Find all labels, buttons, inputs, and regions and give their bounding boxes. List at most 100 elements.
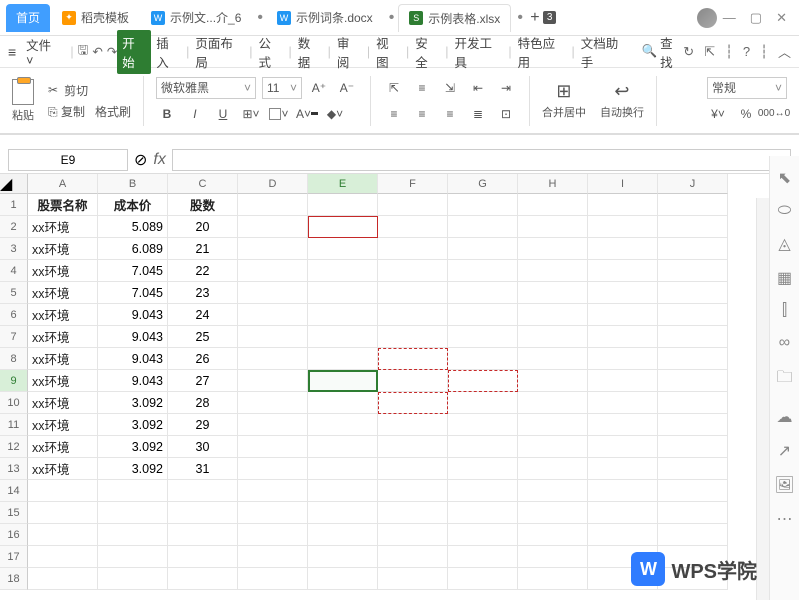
menu-dochelper[interactable]: 文档助手 (576, 30, 634, 74)
chart-icon[interactable]: ⫿ (782, 302, 787, 320)
cell[interactable]: xx环境 (28, 414, 98, 436)
undo-icon[interactable]: ↶ (92, 44, 102, 59)
cell[interactable]: 27 (168, 370, 238, 392)
cell[interactable] (588, 370, 658, 392)
underline-button[interactable]: U (212, 103, 234, 125)
cell[interactable] (308, 238, 378, 260)
cell[interactable] (658, 194, 728, 216)
col-header[interactable]: B (98, 174, 168, 194)
cell[interactable] (238, 326, 308, 348)
menu-devtools[interactable]: 开发工具 (449, 30, 507, 74)
cell[interactable] (168, 524, 238, 546)
select-all-corner[interactable]: ◢ (0, 174, 28, 194)
cell[interactable] (588, 392, 658, 414)
cell[interactable] (308, 524, 378, 546)
cell[interactable] (448, 414, 518, 436)
maximize-button[interactable]: ▢ (750, 10, 762, 26)
cell[interactable] (658, 392, 728, 414)
row-header[interactable]: 13 (0, 458, 28, 480)
col-header[interactable]: G (448, 174, 518, 194)
cell[interactable] (588, 238, 658, 260)
cell[interactable] (448, 216, 518, 238)
cell[interactable] (378, 458, 448, 480)
cell[interactable] (238, 414, 308, 436)
cell[interactable] (238, 546, 308, 568)
menu-data[interactable]: 数据 (293, 30, 327, 74)
more-icon[interactable]: ⋯ (777, 509, 793, 529)
cell[interactable] (448, 524, 518, 546)
cell[interactable]: 股数 (168, 194, 238, 216)
apps-icon[interactable]: ▦ (777, 268, 792, 288)
cell[interactable] (168, 568, 238, 590)
cell[interactable]: 30 (168, 436, 238, 458)
hamburger-icon[interactable]: ≡ (8, 44, 16, 60)
cell[interactable] (238, 480, 308, 502)
cell[interactable] (518, 304, 588, 326)
cell[interactable]: xx环境 (28, 304, 98, 326)
align-middle-button[interactable]: ≡ (411, 77, 433, 99)
cell[interactable] (238, 370, 308, 392)
collapse-ribbon-icon[interactable]: ︿ (778, 42, 791, 61)
cell[interactable] (378, 282, 448, 304)
name-box[interactable]: E9 (8, 149, 128, 171)
cell[interactable]: xx环境 (28, 216, 98, 238)
border-button[interactable]: ⊞˅ (240, 103, 262, 125)
row-header[interactable]: 7 (0, 326, 28, 348)
cell[interactable]: 6.089 (98, 238, 168, 260)
cell[interactable] (378, 480, 448, 502)
menu-formula[interactable]: 公式 (254, 30, 288, 74)
cell[interactable] (518, 568, 588, 590)
cell[interactable] (518, 260, 588, 282)
cell[interactable]: 5.089 (98, 216, 168, 238)
formula-input[interactable] (172, 149, 791, 171)
menu-special[interactable]: 特色应用 (513, 30, 571, 74)
cell[interactable] (378, 260, 448, 282)
cell[interactable] (658, 348, 728, 370)
row-header[interactable]: 3 (0, 238, 28, 260)
cell[interactable]: 3.092 (98, 392, 168, 414)
cell-grid[interactable]: 股票名称成本价股数xx环境5.08920xx环境6.08921xx环境7.045… (28, 194, 728, 590)
cell[interactable] (378, 194, 448, 216)
cell[interactable]: xx环境 (28, 370, 98, 392)
cell[interactable] (658, 260, 728, 282)
cell[interactable] (588, 194, 658, 216)
cell[interactable] (28, 568, 98, 590)
menu-review[interactable]: 审阅 (332, 30, 366, 74)
cell[interactable]: xx环境 (28, 392, 98, 414)
cell[interactable]: 20 (168, 216, 238, 238)
file-menu[interactable]: 文件 ˅ (20, 33, 66, 70)
wrap-text-button[interactable]: ↩自动换行 (596, 79, 648, 122)
fill-color-button[interactable]: ˅ (268, 103, 290, 125)
cell[interactable] (448, 304, 518, 326)
copy-button[interactable]: ⎘ 复制 (48, 103, 85, 120)
cell[interactable] (588, 348, 658, 370)
cell[interactable]: xx环境 (28, 238, 98, 260)
italic-button[interactable]: I (184, 103, 206, 125)
cell[interactable]: xx环境 (28, 436, 98, 458)
cell[interactable] (658, 502, 728, 524)
cell[interactable] (658, 524, 728, 546)
cell[interactable] (518, 502, 588, 524)
cell[interactable] (378, 568, 448, 590)
cell[interactable] (448, 568, 518, 590)
cell[interactable] (168, 502, 238, 524)
cell[interactable]: xx环境 (28, 348, 98, 370)
row-header[interactable]: 8 (0, 348, 28, 370)
cell[interactable]: xx环境 (28, 260, 98, 282)
image-icon[interactable]: 🖼 (774, 475, 794, 495)
row-header[interactable]: 12 (0, 436, 28, 458)
cell[interactable] (658, 414, 728, 436)
cell[interactable] (308, 414, 378, 436)
orientation-button[interactable]: ⊡ (495, 103, 517, 125)
indent-dec-button[interactable]: ⇤ (467, 77, 489, 99)
cell[interactable] (28, 524, 98, 546)
cell[interactable]: 31 (168, 458, 238, 480)
cell[interactable] (238, 194, 308, 216)
cell[interactable]: 24 (168, 304, 238, 326)
cancel-formula-icon[interactable]: ⊘ (134, 150, 147, 170)
cell[interactable] (448, 326, 518, 348)
cell[interactable] (588, 282, 658, 304)
cell[interactable] (308, 546, 378, 568)
cell[interactable] (518, 282, 588, 304)
col-header[interactable]: J (658, 174, 728, 194)
